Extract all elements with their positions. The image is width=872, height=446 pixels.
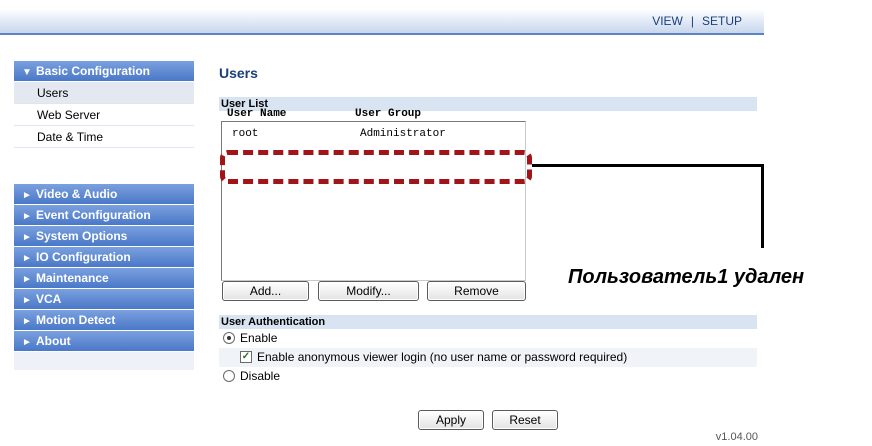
- triangle-right-icon: ►: [22, 316, 32, 327]
- annotation-connector-vertical: [761, 164, 764, 248]
- sidebar-section-maintenance[interactable]: ► Maintenance: [14, 268, 194, 289]
- sidebar-group-label: Basic Configuration: [36, 64, 151, 78]
- sidebar-section-label: System Options: [36, 229, 128, 243]
- triangle-right-icon: ►: [22, 253, 32, 264]
- sidebar-item-users[interactable]: Users: [14, 82, 194, 104]
- annotation-connector: [532, 164, 764, 167]
- sidebar-section-about[interactable]: ► About: [14, 331, 194, 352]
- sidebar-item-date-time[interactable]: Date & Time: [14, 126, 194, 148]
- setup-link[interactable]: SETUP: [702, 14, 742, 28]
- sidebar-spacer: [14, 148, 194, 184]
- nav-separator: |: [690, 14, 694, 28]
- annotation-text: Пользователь1 удален: [568, 266, 805, 288]
- add-button[interactable]: Add...: [222, 281, 309, 301]
- anonymous-label: Enable anonymous viewer login (no user n…: [257, 350, 628, 364]
- sidebar-section-label: Video & Audio: [36, 187, 118, 201]
- deleted-user-highlight: [220, 150, 532, 184]
- disable-radio[interactable]: [223, 370, 235, 382]
- sidebar-section-label: Motion Detect: [36, 313, 116, 327]
- user-group-cell: Administrator: [360, 128, 446, 140]
- list-item[interactable]: root Administrator: [232, 128, 446, 140]
- sidebar-section-vca[interactable]: ► VCA: [14, 289, 194, 310]
- sidebar-section-motion-detect[interactable]: ► Motion Detect: [14, 310, 194, 331]
- apply-button[interactable]: Apply: [418, 410, 484, 430]
- triangle-right-icon: ►: [22, 190, 32, 201]
- enable-label: Enable: [240, 331, 278, 345]
- disable-label: Disable: [240, 369, 281, 383]
- triangle-right-icon: ►: [22, 211, 32, 222]
- user-listbox[interactable]: root Administrator: [221, 121, 526, 281]
- modify-button[interactable]: Modify...: [318, 281, 419, 301]
- sidebar-group-basic-configuration[interactable]: ▼ Basic Configuration: [14, 61, 194, 82]
- enable-row: Enable: [219, 329, 757, 348]
- sidebar-section-io-configuration[interactable]: ► IO Configuration: [14, 247, 194, 268]
- sidebar-section-label: Maintenance: [36, 271, 109, 285]
- triangle-right-icon: ►: [22, 295, 32, 306]
- sidebar: ▼ Basic Configuration Users Web Server Da…: [14, 61, 194, 370]
- sidebar-section-event-configuration[interactable]: ► Event Configuration: [14, 205, 194, 226]
- reset-button[interactable]: Reset: [492, 410, 558, 430]
- triangle-down-icon: ▼: [22, 67, 32, 78]
- enable-radio[interactable]: [223, 332, 235, 344]
- top-nav: VIEW | SETUP: [652, 14, 742, 28]
- triangle-right-icon: ►: [22, 274, 32, 285]
- column-user-name: User Name: [227, 108, 287, 120]
- triangle-right-icon: ►: [22, 337, 32, 348]
- sidebar-section-label: Event Configuration: [36, 208, 151, 222]
- user-list-heading: User List: [219, 97, 757, 111]
- page-title: Users: [219, 65, 258, 81]
- disable-row: Disable: [219, 367, 757, 386]
- column-user-group: User Group: [355, 108, 422, 120]
- user-list-columns: User Name User Group: [219, 108, 757, 120]
- sidebar-section-label: IO Configuration: [36, 250, 131, 264]
- remove-button[interactable]: Remove: [427, 281, 526, 301]
- anonymous-checkbox[interactable]: ✓: [240, 351, 252, 363]
- triangle-right-icon: ►: [22, 232, 32, 243]
- sidebar-section-system-options[interactable]: ► System Options: [14, 226, 194, 247]
- user-auth-heading: User Authentication: [219, 315, 757, 329]
- version-label: v1.04.00: [715, 431, 758, 443]
- top-bar: VIEW | SETUP: [0, 9, 764, 35]
- user-name-cell: root: [232, 128, 259, 140]
- sidebar-section-video-audio[interactable]: ► Video & Audio: [14, 184, 194, 205]
- sidebar-section-label: VCA: [36, 292, 62, 306]
- view-link[interactable]: VIEW: [652, 14, 683, 28]
- sidebar-section-label: About: [36, 334, 71, 348]
- anonymous-row: ✓ Enable anonymous viewer login (no user…: [219, 348, 757, 367]
- sidebar-item-web-server[interactable]: Web Server: [14, 104, 194, 126]
